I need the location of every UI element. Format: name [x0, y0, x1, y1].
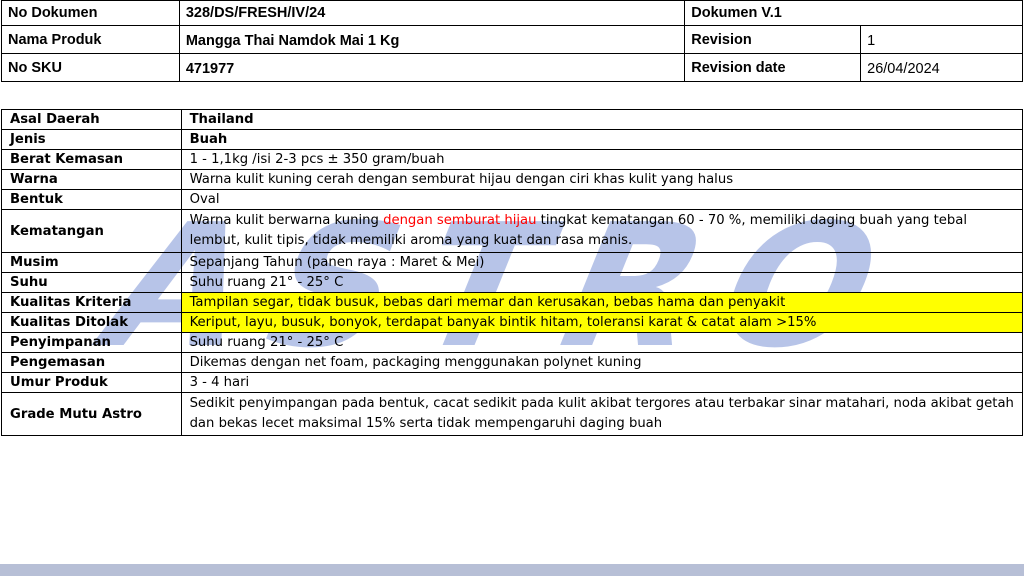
revision-label: Revision	[684, 25, 862, 54]
revision-date-label: Revision date	[684, 53, 862, 82]
spec-value-bentuk: Oval	[180, 189, 1024, 210]
no-sku-value: 471977	[178, 53, 686, 82]
spec-value-grade-mutu: Sedikit penyimpangan pada bentuk, cacat …	[180, 392, 1024, 436]
spec-value-warna: Warna kulit kuning cerah dengan semburat…	[180, 169, 1024, 190]
spec-value-jenis: Buah	[180, 129, 1024, 150]
spec-row: Suhu Suhu ruang 21° - 25° C	[1, 272, 1024, 293]
spec-row: Penyimpanan Suhu ruang 21° - 25° C	[1, 332, 1024, 353]
spec-label-pengemasan: Pengemasan	[1, 352, 182, 373]
spec-label-kualitas-ditolak: Kualitas Ditolak	[1, 312, 182, 333]
spec-value-pengemasan: Dikemas dengan net foam, packaging mengg…	[180, 352, 1024, 373]
spec-label-suhu: Suhu	[1, 272, 182, 293]
nama-produk-value: Mangga Thai Namdok Mai 1 Kg	[178, 25, 686, 54]
spec-row: Warna Warna kulit kuning cerah dengan se…	[1, 169, 1024, 190]
spec-value-umur-produk: 3 - 4 hari	[180, 372, 1024, 393]
header-row-no-sku: No SKU 471977 Revision date 26/04/2024	[1, 53, 1023, 82]
spec-label-umur-produk: Umur Produk	[1, 372, 182, 393]
spec-row: Berat Kemasan 1 - 1,1kg /isi 2-3 pcs ± 3…	[1, 149, 1024, 170]
dokumen-version: Dokumen V.1	[684, 0, 1023, 26]
spec-label-berat-kemasan: Berat Kemasan	[1, 149, 182, 170]
spec-value-penyimpanan: Suhu ruang 21° - 25° C	[180, 332, 1024, 353]
spec-row: Kematangan Warna kulit berwarna kuning d…	[1, 209, 1024, 253]
spec-row: Musim Sepanjang Tahun (panen raya : Mare…	[1, 252, 1024, 273]
spec-value-kualitas-kriteria: Tampilan segar, tidak busuk, bebas dari …	[180, 292, 1024, 313]
spec-label-kualitas-kriteria: Kualitas Kriteria	[1, 292, 182, 313]
header-row-no-dokumen: No Dokumen 328/DS/FRESH/IV/24 Dokumen V.…	[1, 0, 1023, 26]
spec-value-suhu: Suhu ruang 21° - 25° C	[180, 272, 1024, 293]
spec-label-asal-daerah: Asal Daerah	[1, 109, 182, 130]
spec-value-asal-daerah: Thailand	[180, 109, 1024, 130]
header-row-nama-produk: Nama Produk Mangga Thai Namdok Mai 1 Kg …	[1, 25, 1023, 54]
revision-date-value: 26/04/2024	[860, 53, 1023, 82]
document-header-table: No Dokumen 328/DS/FRESH/IV/24 Dokumen V.…	[1, 0, 1023, 82]
spec-row: Kualitas Kriteria Tampilan segar, tidak …	[1, 292, 1024, 313]
spec-label-musim: Musim	[1, 252, 182, 273]
spec-value-berat-kemasan: 1 - 1,1kg /isi 2-3 pcs ± 350 gram/buah	[180, 149, 1024, 170]
spec-label-penyimpanan: Penyimpanan	[1, 332, 182, 353]
spec-row: Umur Produk 3 - 4 hari	[1, 372, 1024, 393]
spec-value-kematangan: Warna kulit berwarna kuning dengan sembu…	[180, 209, 1024, 253]
kematangan-text-red: dengan semburat hijau	[383, 213, 537, 228]
spec-row: Asal Daerah Thailand	[1, 109, 1024, 130]
nama-produk-label: Nama Produk	[1, 25, 180, 54]
spec-label-warna: Warna	[1, 169, 182, 190]
revision-value: 1	[860, 25, 1023, 54]
spec-row: Bentuk Oval	[1, 189, 1024, 210]
no-dokumen-value: 328/DS/FRESH/IV/24	[178, 0, 686, 26]
spec-row: Pengemasan Dikemas dengan net foam, pack…	[1, 352, 1024, 373]
spec-row: Grade Mutu Astro Sedikit penyimpangan pa…	[1, 392, 1024, 436]
spec-row: Kualitas Ditolak Keriput, layu, busuk, b…	[1, 312, 1024, 333]
spec-label-bentuk: Bentuk	[1, 189, 182, 210]
no-sku-label: No SKU	[1, 53, 180, 82]
spec-label-kematangan: Kematangan	[1, 209, 182, 253]
no-dokumen-label: No Dokumen	[1, 0, 180, 26]
spec-value-kualitas-ditolak: Keriput, layu, busuk, bonyok, terdapat b…	[180, 312, 1024, 333]
spec-value-musim: Sepanjang Tahun (panen raya : Maret & Me…	[180, 252, 1024, 273]
kematangan-text-1: Warna kulit berwarna kuning	[189, 213, 384, 228]
spec-label-jenis: Jenis	[1, 129, 182, 150]
product-spec-table: Asal Daerah Thailand Jenis Buah Berat Ke…	[1, 109, 1024, 436]
footer-bar	[0, 564, 1024, 576]
spec-label-grade-mutu: Grade Mutu Astro	[1, 392, 182, 436]
spec-row: Jenis Buah	[1, 129, 1024, 150]
